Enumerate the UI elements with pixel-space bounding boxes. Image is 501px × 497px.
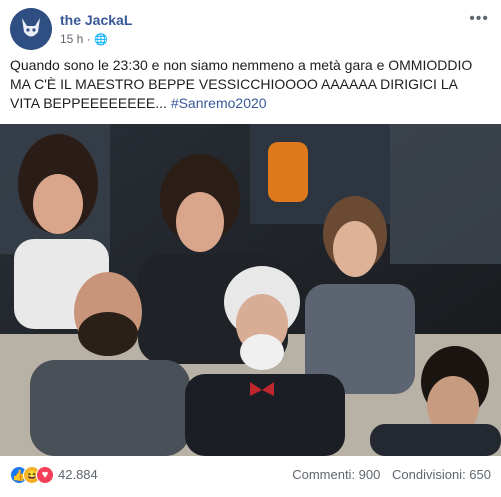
globe-icon: 🌐 — [94, 34, 108, 46]
meta-separator: · — [86, 32, 91, 46]
comments-count-link[interactable]: Commenti: 900 — [292, 467, 380, 482]
page-name-link[interactable]: the JackaL — [60, 12, 132, 28]
post-text: Quando sono le 23:30 e non siamo nemmeno… — [10, 56, 490, 113]
group-photo-illustration — [0, 124, 501, 456]
hashtag-link[interactable]: #Sanremo2020 — [171, 95, 267, 111]
post-footer: 👍 😆 ♥ 42.884 Commenti: 900 Condivisioni:… — [10, 460, 491, 490]
shares-count-link[interactable]: Condivisioni: 650 — [392, 467, 491, 482]
page-avatar[interactable] — [10, 8, 52, 50]
post-header: the JackaL 15 h · 🌐 ••• — [10, 8, 491, 50]
post-timestamp[interactable]: 15 h — [60, 32, 83, 46]
post-meta: 15 h · 🌐 — [60, 32, 108, 46]
jackal-logo-icon — [10, 8, 52, 50]
more-options-icon[interactable]: ••• — [469, 10, 489, 28]
facebook-post: the JackaL 15 h · 🌐 ••• Quando sono le 2… — [0, 0, 501, 497]
post-stats: Commenti: 900 Condivisioni: 650 — [284, 467, 491, 482]
post-photo[interactable] — [0, 124, 501, 456]
love-icon: ♥ — [36, 466, 54, 484]
reaction-count[interactable]: 42.884 — [58, 467, 98, 482]
